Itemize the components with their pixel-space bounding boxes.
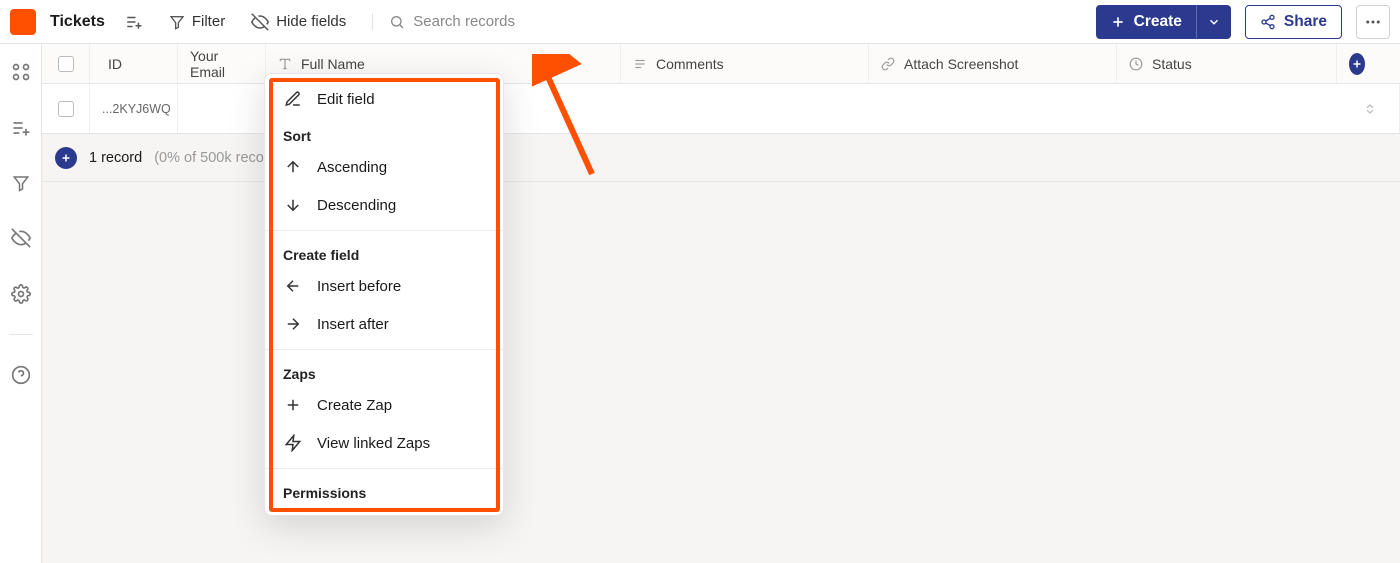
status-icon <box>1129 57 1143 71</box>
filter-button[interactable]: Filter <box>163 9 231 34</box>
create-main[interactable]: Create <box>1096 13 1196 31</box>
column-header-screenshot[interactable]: Attach Screenshot <box>869 44 1117 83</box>
nodes-icon[interactable] <box>11 62 31 82</box>
cell-id[interactable]: ...2KYJ6WQ <box>90 84 178 133</box>
eye-off-icon[interactable] <box>11 228 31 248</box>
column-label: Your Email <box>190 48 253 80</box>
menu-sort-descending[interactable]: Descending <box>265 186 503 224</box>
hide-fields-label: Hide fields <box>276 13 346 30</box>
menu-header-sort: Sort <box>265 118 503 148</box>
add-column-icon[interactable] <box>11 118 31 138</box>
zap-icon <box>283 434 303 452</box>
column-header-email[interactable]: Your Email <box>178 44 266 83</box>
text-type-icon <box>278 57 292 71</box>
divider <box>265 349 503 350</box>
hide-fields-button[interactable]: Hide fields <box>245 9 352 35</box>
column-label: Comments <box>656 56 724 72</box>
menu-label: Insert before <box>317 278 401 295</box>
more-horizontal-icon <box>1364 13 1382 31</box>
menu-label: Descending <box>317 197 396 214</box>
divider <box>265 230 503 231</box>
create-dropdown[interactable] <box>1196 5 1231 39</box>
table: ID Your Email Full Name Comments Attach … <box>42 44 1400 182</box>
eye-off-icon <box>251 13 269 31</box>
column-label: Status <box>1152 56 1192 72</box>
menu-view-linked-zaps[interactable]: View linked Zaps <box>265 424 503 462</box>
add-column-icon <box>125 13 143 31</box>
row-checkbox[interactable] <box>42 84 90 133</box>
menu-sort-ascending[interactable]: Ascending <box>265 148 503 186</box>
search-icon <box>389 14 405 30</box>
record-count: 1 record <box>89 150 142 166</box>
field-context-menu: Edit field Sort Ascending Descending Cre… <box>264 73 504 516</box>
add-column-button[interactable] <box>1337 44 1377 83</box>
menu-create-zap[interactable]: Create Zap <box>265 386 503 424</box>
add-field-button[interactable] <box>119 9 149 35</box>
filter-label: Filter <box>192 13 225 30</box>
left-rail <box>0 44 42 563</box>
arrow-up-icon <box>283 158 303 176</box>
menu-insert-after[interactable]: Insert after <box>265 305 503 343</box>
column-label: Full Name <box>301 56 365 72</box>
search-records[interactable]: Search records <box>372 13 515 30</box>
add-row-button[interactable] <box>55 147 77 169</box>
filter-icon[interactable] <box>12 174 30 192</box>
top-toolbar: Tickets Filter Hide fields Search record… <box>0 0 1400 44</box>
column-label: ID <box>108 56 122 72</box>
expand-handle-icon[interactable] <box>1363 102 1377 116</box>
share-icon <box>1260 14 1276 30</box>
plus-icon <box>1110 14 1126 30</box>
menu-label: Insert after <box>317 316 389 333</box>
create-button[interactable]: Create <box>1096 5 1231 39</box>
checkbox[interactable] <box>58 56 74 72</box>
menu-edit-field[interactable]: Edit field <box>265 80 503 118</box>
arrow-right-icon <box>283 315 303 333</box>
column-label: Attach Screenshot <box>904 56 1018 72</box>
share-button[interactable]: Share <box>1245 5 1342 39</box>
table-row[interactable]: ...2KYJ6WQ <box>42 84 1400 134</box>
attachment-icon <box>881 57 895 71</box>
divider <box>265 468 503 469</box>
column-header-id[interactable]: ID <box>90 44 178 83</box>
menu-insert-before[interactable]: Insert before <box>265 267 503 305</box>
create-label: Create <box>1134 13 1182 31</box>
gear-icon[interactable] <box>11 284 31 304</box>
menu-header-zaps: Zaps <box>265 356 503 386</box>
view-title: Tickets <box>50 13 105 31</box>
divider <box>9 334 33 335</box>
share-label: Share <box>1284 13 1327 31</box>
chevron-down-icon <box>1207 15 1221 29</box>
plus-icon <box>283 396 303 414</box>
column-header-comments[interactable]: Comments <box>621 44 869 83</box>
arrow-left-icon <box>283 277 303 295</box>
menu-label: Ascending <box>317 159 387 176</box>
column-header-status[interactable]: Status <box>1117 44 1337 83</box>
cell-value: ...2KYJ6WQ <box>102 102 171 116</box>
checkbox[interactable] <box>58 101 74 117</box>
pencil-icon <box>283 90 303 108</box>
menu-header-create-field: Create field <box>265 237 503 267</box>
table-header: ID Your Email Full Name Comments Attach … <box>42 44 1400 84</box>
filter-icon <box>169 14 185 30</box>
arrow-down-icon <box>283 196 303 214</box>
table-footer: 1 record (0% of 500k records) <box>42 134 1400 182</box>
menu-label: Edit field <box>317 91 375 108</box>
help-icon[interactable] <box>11 365 31 385</box>
plus-circle-icon <box>1349 53 1365 75</box>
menu-label: View linked Zaps <box>317 435 430 452</box>
app-logo <box>10 9 36 35</box>
menu-label: Create Zap <box>317 397 392 414</box>
more-button[interactable] <box>1356 5 1390 39</box>
long-text-icon <box>633 57 647 71</box>
menu-permissions[interactable]: Permissions <box>265 475 503 515</box>
select-all-header[interactable] <box>42 44 90 83</box>
search-placeholder: Search records <box>413 13 515 30</box>
